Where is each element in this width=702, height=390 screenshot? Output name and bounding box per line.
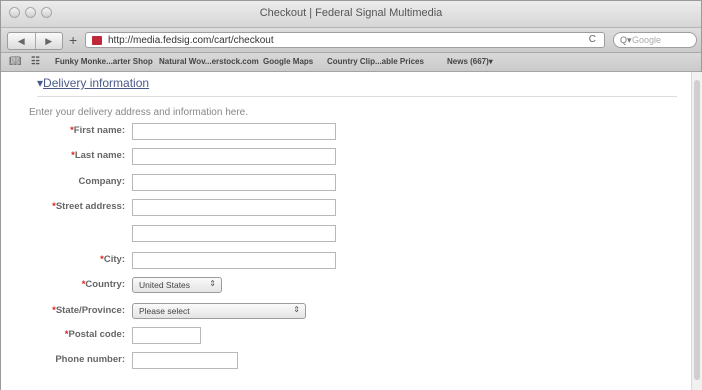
back-button[interactable]: ◀ xyxy=(8,33,35,49)
city-label: *City: xyxy=(100,254,125,265)
url-text: http://media.fedsig.com/cart/checkout xyxy=(108,35,274,46)
nav-buttons: ◀ ▶ xyxy=(7,32,63,50)
bookmark-item[interactable]: Google Maps xyxy=(263,57,313,66)
country-label: *Country: xyxy=(81,279,125,290)
section-title: Delivery information xyxy=(43,76,150,90)
intro-text: Enter your delivery address and informat… xyxy=(29,107,249,118)
bookmark-item[interactable]: News (667)▾ xyxy=(447,57,493,66)
book-icon[interactable]: 📖︎ xyxy=(9,56,22,67)
page-content: ▾Delivery information Enter your deliver… xyxy=(1,72,691,390)
first-name-label: *First name: xyxy=(70,125,125,136)
last-name-input[interactable] xyxy=(132,148,336,165)
browser-toolbar: ◀ ▶ + http://media.fedsig.com/cart/check… xyxy=(1,28,701,53)
postal-code-label: *Postal code: xyxy=(64,329,125,340)
section-divider xyxy=(37,96,677,97)
company-input[interactable] xyxy=(132,174,336,191)
delivery-section-toggle[interactable]: ▾Delivery information xyxy=(37,76,149,90)
add-bookmark-button[interactable]: + xyxy=(69,33,77,47)
search-field[interactable]: Q▾ Google xyxy=(613,32,697,48)
phone-number-input[interactable] xyxy=(132,352,238,369)
search-placeholder: Google xyxy=(632,35,662,45)
bookmarks-bar: 📖︎ ☷ Funky Monke...arter Shop Natural Wo… xyxy=(1,53,701,72)
scrollbar-thumb[interactable] xyxy=(694,80,700,380)
forward-button[interactable]: ▶ xyxy=(34,33,63,49)
state-province-select[interactable]: Please select ⇕ xyxy=(132,303,306,319)
bookmark-item[interactable]: Country Clip...able Prices xyxy=(327,57,424,66)
title-bar: Checkout | Federal Signal Multimedia xyxy=(1,1,701,28)
site-favicon-icon xyxy=(92,36,102,45)
vertical-scrollbar[interactable] xyxy=(691,72,702,390)
state-province-label: *State/Province: xyxy=(52,305,125,316)
reload-button[interactable]: C xyxy=(589,34,596,45)
first-name-input[interactable] xyxy=(132,123,336,140)
state-province-value: Please select xyxy=(139,306,190,316)
window-title: Checkout | Federal Signal Multimedia xyxy=(259,7,443,19)
search-icon[interactable]: Q▾ xyxy=(620,35,632,46)
postal-code-input[interactable] xyxy=(132,327,201,344)
bookmark-item[interactable]: Natural Wov...erstock.com xyxy=(159,57,259,66)
street-address-label: *Street address: xyxy=(52,201,125,212)
last-name-label: *Last name: xyxy=(71,150,125,161)
bookmark-item[interactable]: Funky Monke...arter Shop xyxy=(55,57,153,66)
company-label: Company: xyxy=(78,176,125,187)
country-value: United States xyxy=(139,280,191,290)
street-address-line2-input[interactable] xyxy=(132,225,336,242)
browser-window: Checkout | Federal Signal Multimedia ◀ ▶… xyxy=(0,0,702,390)
grid-icon[interactable]: ☷ xyxy=(31,56,40,67)
address-bar[interactable]: http://media.fedsig.com/cart/checkout C xyxy=(85,32,605,48)
phone-number-label: Phone number: xyxy=(55,354,125,365)
select-arrows-icon: ⇕ xyxy=(209,279,216,288)
street-address-input[interactable] xyxy=(132,199,336,216)
country-select[interactable]: United States ⇕ xyxy=(132,277,222,293)
select-arrows-icon: ⇕ xyxy=(293,305,300,314)
city-input[interactable] xyxy=(132,252,336,269)
